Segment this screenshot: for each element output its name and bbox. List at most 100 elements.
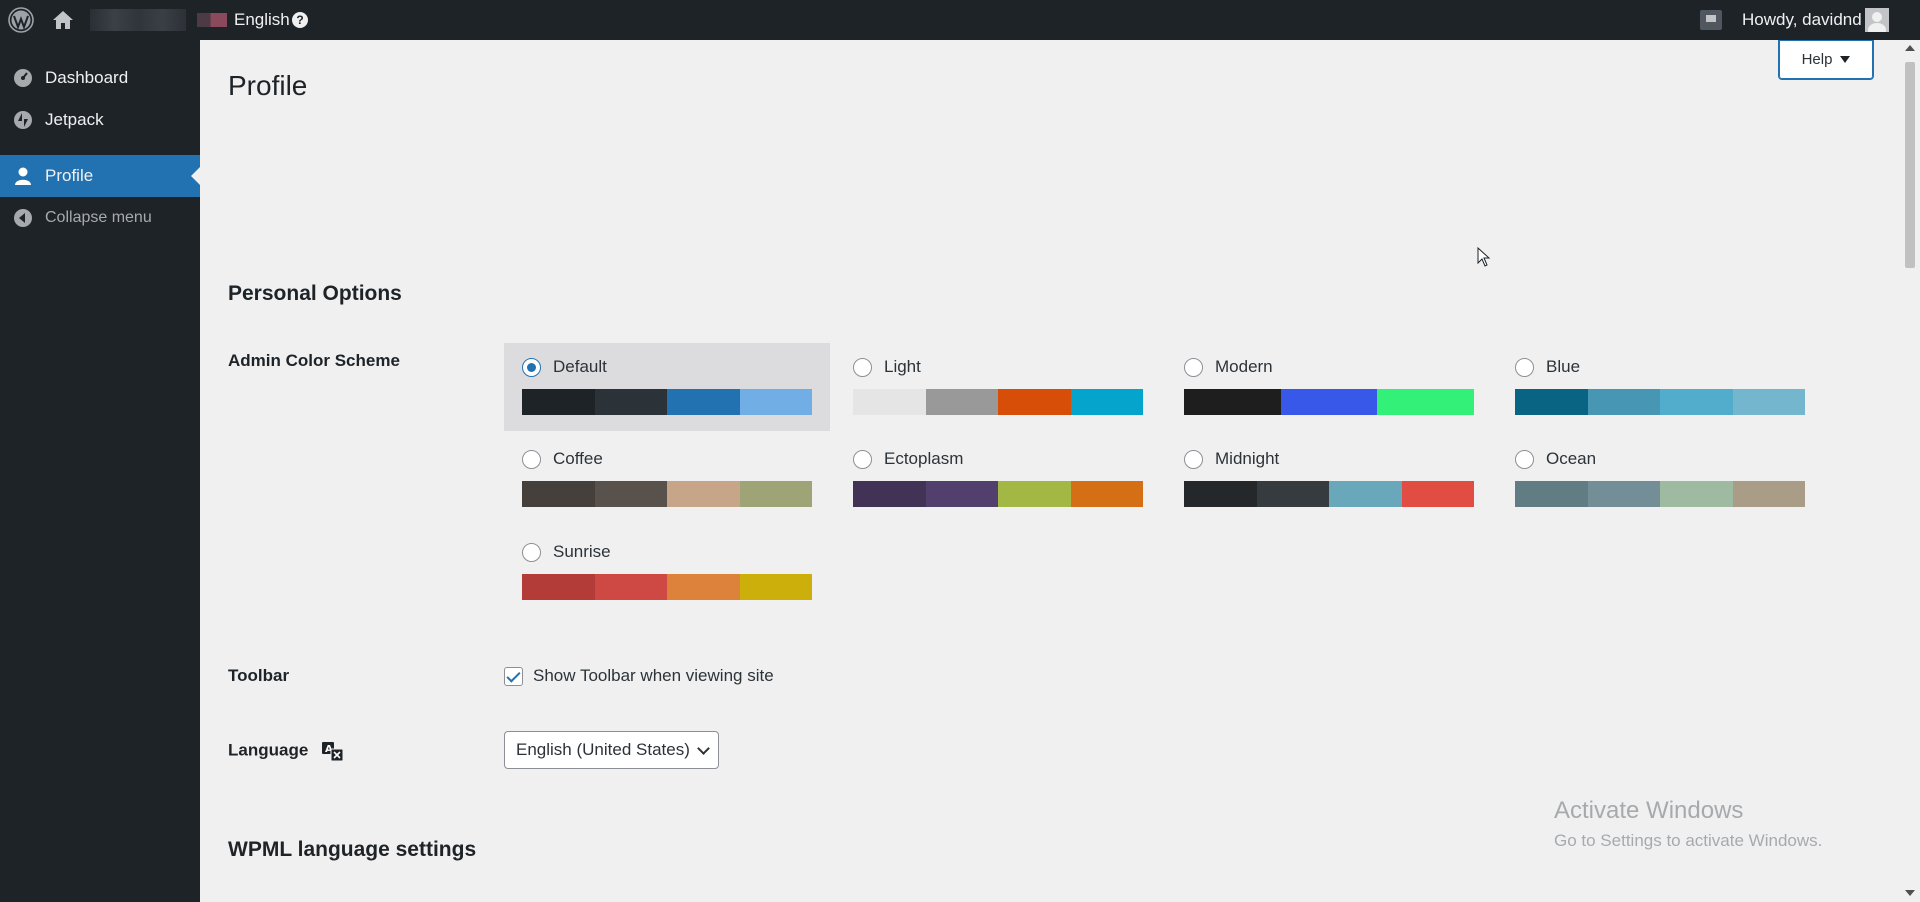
personal-options-heading: Personal Options	[228, 282, 402, 305]
color-swatch	[667, 389, 740, 415]
color-swatch	[1515, 389, 1588, 415]
sidebar-item-jetpack[interactable]: Jetpack	[0, 99, 200, 141]
color-scheme-header: Coffee	[522, 447, 812, 471]
color-scheme-radio[interactable]	[1184, 449, 1203, 469]
color-scheme-option-ocean[interactable]: Ocean	[1497, 435, 1823, 523]
language-field-label: Language A	[228, 740, 345, 762]
jetpack-icon	[12, 109, 34, 131]
color-scheme-name: Ocean	[1546, 449, 1597, 468]
sidebar-item-label: Profile	[45, 166, 94, 185]
sidebar-item-label: Collapse menu	[45, 209, 152, 226]
color-scheme-option-blue[interactable]: Blue	[1497, 343, 1823, 431]
color-swatch	[594, 574, 667, 600]
color-swatch	[1515, 481, 1588, 507]
question-circle-icon[interactable]: ?	[292, 0, 308, 40]
color-swatch-strip	[1184, 481, 1474, 507]
color-scheme-radio[interactable]	[522, 357, 541, 377]
color-swatch	[1280, 389, 1378, 415]
language-flag-icon[interactable]	[197, 0, 227, 40]
home-icon[interactable]	[52, 0, 78, 40]
color-scheme-radio[interactable]	[1515, 357, 1534, 377]
color-scheme-option-default[interactable]: Default	[504, 343, 830, 431]
color-scheme-option-ectoplasm[interactable]: Ectoplasm	[835, 435, 1161, 523]
color-swatch	[1401, 481, 1474, 507]
show-toolbar-option[interactable]: Show Toolbar when viewing site	[504, 666, 774, 686]
color-swatch	[1070, 389, 1143, 415]
color-scheme-name: Modern	[1215, 357, 1273, 376]
scroll-up-arrow-icon[interactable]	[1905, 45, 1915, 51]
collapse-menu-button[interactable]: Collapse menu	[0, 197, 200, 239]
sidebar-item-profile[interactable]: Profile	[0, 155, 200, 197]
color-swatch	[1184, 481, 1257, 507]
vertical-scrollbar[interactable]	[1900, 40, 1920, 902]
color-swatch	[739, 481, 812, 507]
comments-icon[interactable]	[1700, 0, 1724, 40]
color-swatch	[1732, 389, 1805, 415]
color-scheme-radio[interactable]	[1184, 357, 1203, 377]
site-name-obscured[interactable]	[90, 9, 186, 31]
caret-down-icon	[1840, 56, 1851, 63]
color-swatch	[853, 481, 926, 507]
color-swatch	[1377, 389, 1475, 415]
color-swatch	[1660, 481, 1733, 507]
color-swatch	[998, 389, 1071, 415]
color-scheme-option-coffee[interactable]: Coffee	[504, 435, 830, 523]
color-swatch	[667, 574, 740, 600]
admin-toolbar: English ? Howdy, davidnd	[0, 0, 1920, 40]
color-scheme-option-light[interactable]: Light	[835, 343, 1161, 431]
wordpress-logo-icon[interactable]	[8, 0, 36, 40]
color-scheme-radio[interactable]	[522, 542, 541, 562]
color-scheme-option-sunrise[interactable]: Sunrise	[504, 528, 830, 616]
windows-activation-watermark: Activate Windows Go to Settings to activ…	[1554, 797, 1822, 851]
toolbar-label: Toolbar	[228, 666, 290, 685]
chevron-down-icon	[697, 742, 710, 755]
language-switcher-label[interactable]: English	[234, 0, 290, 40]
color-swatch-strip	[853, 481, 1143, 507]
language-select-value: English (United States)	[516, 740, 690, 759]
sidebar-item-dashboard[interactable]: Dashboard	[0, 57, 200, 99]
color-swatch-strip	[1515, 481, 1805, 507]
color-scheme-name: Midnight	[1215, 449, 1280, 468]
color-scheme-option-midnight[interactable]: Midnight	[1166, 435, 1492, 523]
scrollbar-thumb[interactable]	[1905, 62, 1915, 268]
color-scheme-header: Light	[853, 355, 1143, 379]
color-swatch	[853, 389, 926, 415]
admin-sidebar: Dashboard Jetpack Profile Collapse menu	[0, 40, 200, 902]
color-scheme-radio[interactable]	[1515, 449, 1534, 469]
translation-icon: A	[321, 740, 345, 762]
avatar[interactable]	[1865, 0, 1891, 40]
color-scheme-option-modern[interactable]: Modern	[1166, 343, 1492, 431]
color-swatch-strip	[853, 389, 1143, 415]
color-scheme-radio[interactable]	[853, 449, 872, 469]
color-swatch-strip	[522, 481, 812, 507]
color-scheme-name: Blue	[1546, 357, 1581, 376]
color-scheme-radio[interactable]	[522, 449, 541, 469]
color-swatch	[522, 389, 595, 415]
color-swatch	[998, 481, 1071, 507]
admin-color-scheme-label: Admin Color Scheme	[228, 351, 400, 370]
color-scheme-header: Midnight	[1184, 447, 1474, 471]
sidebar-item-label: Jetpack	[45, 110, 104, 129]
color-swatch	[667, 481, 740, 507]
color-swatch	[1329, 481, 1402, 507]
user-icon	[12, 165, 34, 187]
show-toolbar-label: Show Toolbar when viewing site	[533, 666, 774, 685]
color-swatch	[1184, 389, 1281, 415]
color-swatch-strip	[522, 389, 812, 415]
howdy-user-menu[interactable]: Howdy, davidnd	[1742, 0, 1862, 40]
help-button[interactable]: Help	[1778, 40, 1874, 80]
scroll-down-arrow-icon[interactable]	[1905, 890, 1915, 896]
language-select[interactable]: English (United States)	[504, 731, 719, 769]
color-swatch	[1587, 389, 1660, 415]
color-swatch	[925, 389, 998, 415]
color-scheme-header: Blue	[1515, 355, 1805, 379]
color-swatch-strip	[522, 574, 812, 600]
color-swatch	[1732, 481, 1805, 507]
show-toolbar-checkbox[interactable]	[504, 666, 523, 686]
color-scheme-radio[interactable]	[853, 357, 872, 377]
color-swatch-strip	[1515, 389, 1805, 415]
color-scheme-name: Coffee	[553, 449, 603, 468]
color-swatch	[925, 481, 998, 507]
color-scheme-header: Ectoplasm	[853, 447, 1143, 471]
color-scheme-name: Default	[553, 357, 607, 376]
